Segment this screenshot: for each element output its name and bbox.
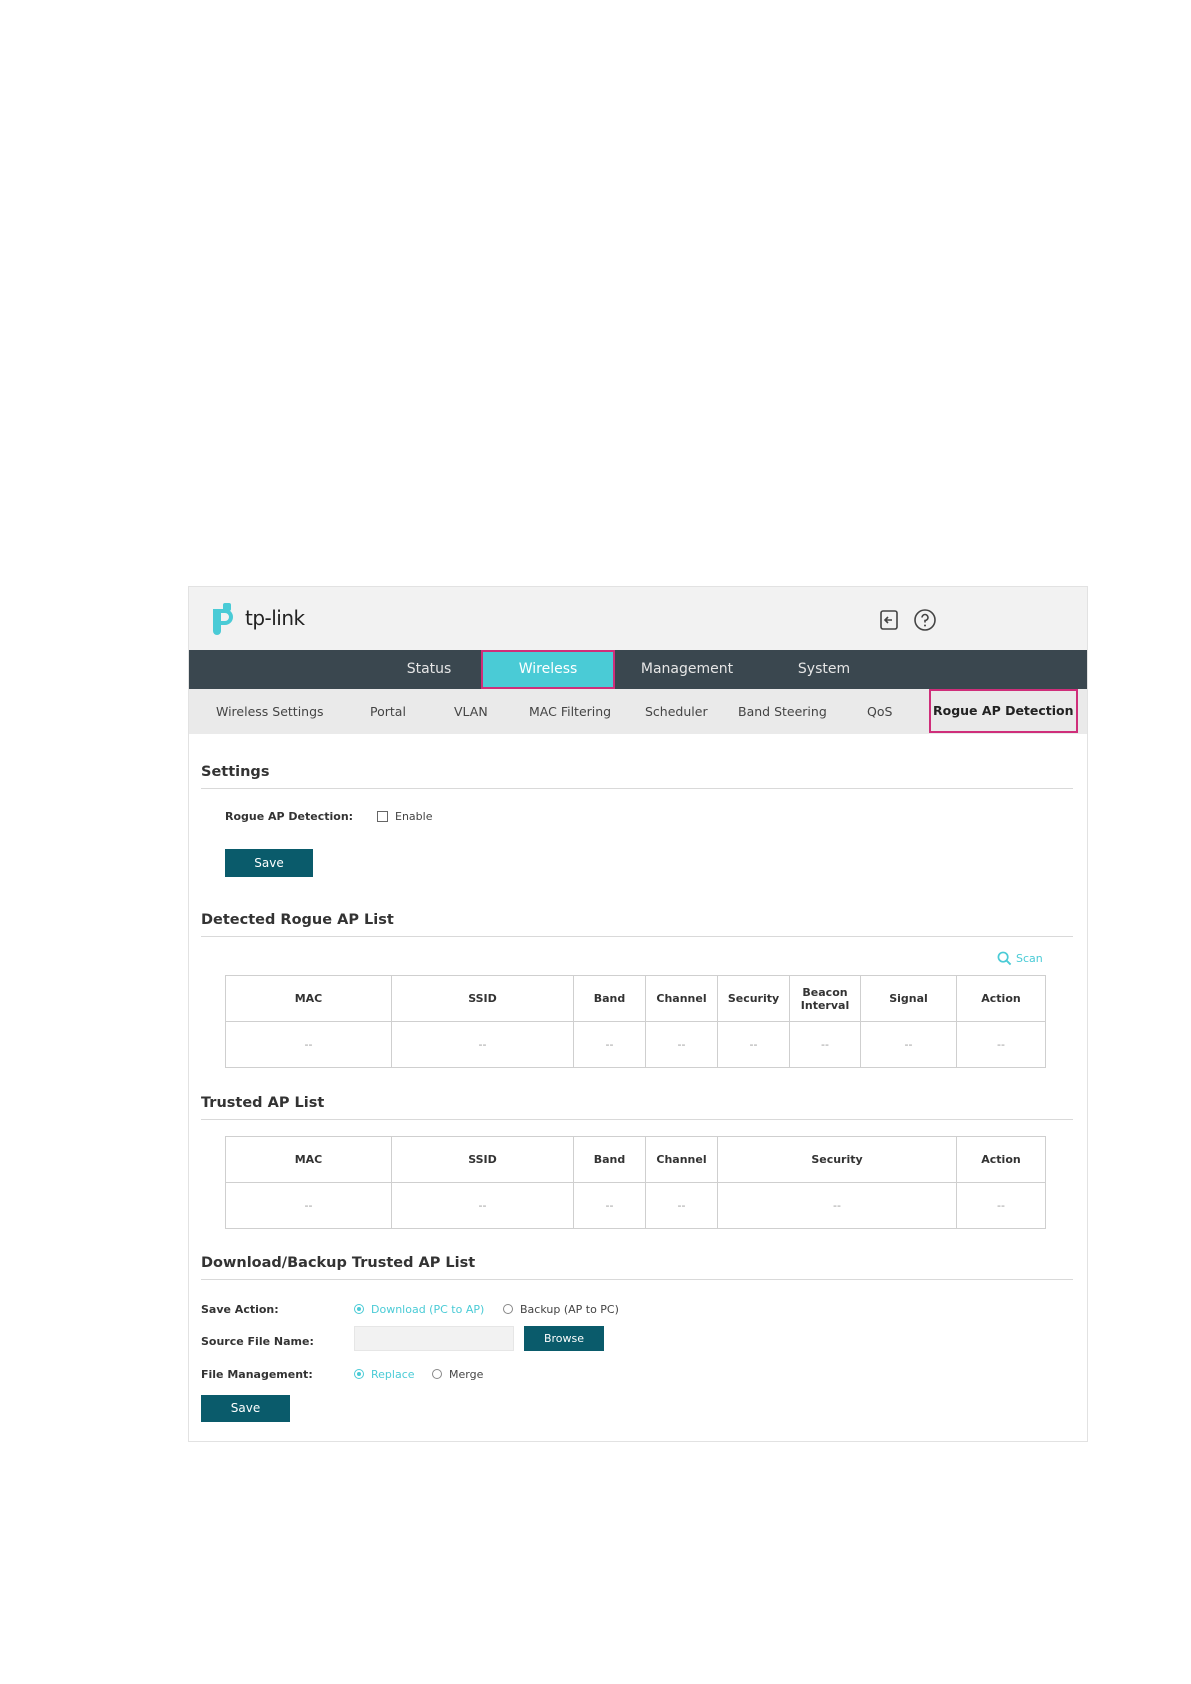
table-row: -- -- -- -- -- -- <box>225 1182 1046 1229</box>
table-cell: -- <box>573 1021 646 1068</box>
replace-option-label: Replace <box>371 1368 415 1381</box>
router-admin-window: tp-link Status Wireless Management Syste… <box>188 586 1088 1442</box>
column-header: SSID <box>391 1136 574 1183</box>
enable-label: Enable <box>395 810 433 823</box>
column-header: MAC <box>225 975 392 1022</box>
detected-rogue-ap-table: MAC SSID Band Channel Security Beacon In… <box>225 975 1046 1068</box>
column-header: Channel <box>645 1136 718 1183</box>
source-file-name-label: Source File Name: <box>201 1335 314 1348</box>
nav-wireless[interactable]: Wireless <box>481 650 615 689</box>
file-management-label: File Management: <box>201 1368 313 1381</box>
table-cell: -- <box>391 1021 574 1068</box>
table-cell: -- <box>391 1182 574 1229</box>
source-file-input[interactable] <box>354 1326 514 1351</box>
logout-icon[interactable] <box>877 608 901 632</box>
subnav-scheduler[interactable]: Scheduler <box>645 689 708 734</box>
help-icon[interactable] <box>913 608 937 632</box>
enable-checkbox[interactable] <box>377 811 388 822</box>
table-cell: -- <box>956 1182 1046 1229</box>
column-header: Band <box>573 1136 646 1183</box>
merge-option-label: Merge <box>449 1368 484 1381</box>
backup-radio[interactable] <box>503 1304 513 1314</box>
replace-radio[interactable] <box>354 1369 364 1379</box>
download-option-label: Download (PC to AP) <box>371 1303 485 1316</box>
nav-management[interactable]: Management <box>627 650 747 689</box>
main-nav: Status Wireless Management System <box>189 650 1087 689</box>
column-header: Action <box>956 975 1046 1022</box>
trusted-ap-table: MAC SSID Band Channel Security Action --… <box>225 1136 1046 1229</box>
table-cell: -- <box>225 1021 392 1068</box>
subnav-mac-filtering[interactable]: MAC Filtering <box>529 689 611 734</box>
table-header-row: MAC SSID Band Channel Security Beacon In… <box>225 975 1046 1022</box>
subnav-qos[interactable]: QoS <box>867 689 892 734</box>
table-cell: -- <box>225 1182 392 1229</box>
settings-save-button[interactable]: Save <box>225 849 313 877</box>
subnav-vlan[interactable]: VLAN <box>454 689 488 734</box>
table-cell: -- <box>717 1182 957 1229</box>
subnav-band-steering[interactable]: Band Steering <box>738 689 827 734</box>
detected-list-title: Detected Rogue AP List <box>201 912 394 928</box>
save-action-label: Save Action: <box>201 1303 279 1316</box>
table-row: -- -- -- -- -- -- -- -- <box>225 1021 1046 1068</box>
divider <box>201 1279 1073 1280</box>
scan-label: Scan <box>1016 952 1043 965</box>
column-header: Channel <box>645 975 718 1022</box>
scan-button[interactable]: Scan <box>997 951 1043 966</box>
table-cell: -- <box>645 1182 718 1229</box>
column-header: Band <box>573 975 646 1022</box>
download-backup-title: Download/Backup Trusted AP List <box>201 1255 476 1271</box>
tp-link-logo: tp-link <box>209 601 305 635</box>
table-cell: -- <box>573 1182 646 1229</box>
column-header: Action <box>956 1136 1046 1183</box>
divider <box>201 788 1073 789</box>
column-header: Security <box>717 975 790 1022</box>
column-header: MAC <box>225 1136 392 1183</box>
column-header: SSID <box>391 975 574 1022</box>
trusted-list-title: Trusted AP List <box>201 1095 325 1111</box>
download-radio[interactable] <box>354 1304 364 1314</box>
merge-radio[interactable] <box>432 1369 442 1379</box>
sub-nav: Wireless Settings Portal VLAN MAC Filter… <box>189 689 1087 734</box>
table-cell: -- <box>860 1021 957 1068</box>
subnav-wireless-settings[interactable]: Wireless Settings <box>216 689 324 734</box>
table-cell: -- <box>956 1021 1046 1068</box>
backup-option-label: Backup (AP to PC) <box>520 1303 619 1316</box>
settings-title: Settings <box>201 764 270 780</box>
divider <box>201 1119 1073 1120</box>
tp-link-logo-icon <box>213 603 233 635</box>
column-header: Security <box>717 1136 957 1183</box>
table-header-row: MAC SSID Band Channel Security Action <box>225 1136 1046 1183</box>
header-bar: tp-link <box>189 587 1087 650</box>
table-cell: -- <box>645 1021 718 1068</box>
brand-name: tp-link <box>245 606 305 630</box>
download-save-button[interactable]: Save <box>201 1395 290 1422</box>
search-icon <box>997 951 1012 966</box>
column-header: Signal <box>860 975 957 1022</box>
rogue-ap-detection-label: Rogue AP Detection: <box>225 810 354 823</box>
nav-status[interactable]: Status <box>384 650 474 689</box>
column-header: Beacon Interval <box>789 975 861 1022</box>
nav-system[interactable]: System <box>779 650 869 689</box>
divider <box>201 936 1073 937</box>
browse-button[interactable]: Browse <box>524 1326 604 1351</box>
table-cell: -- <box>789 1021 861 1068</box>
subnav-portal[interactable]: Portal <box>370 689 406 734</box>
table-cell: -- <box>717 1021 790 1068</box>
subnav-rogue-ap-detection[interactable]: Rogue AP Detection <box>929 689 1078 733</box>
